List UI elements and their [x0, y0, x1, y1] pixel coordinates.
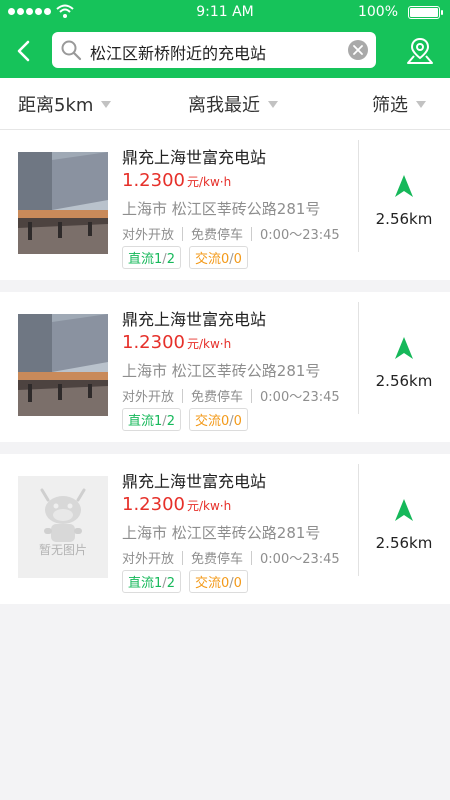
dropdown-arrow-icon — [268, 100, 278, 108]
divider — [251, 388, 253, 403]
dc-total: 2 — [166, 252, 175, 267]
station-address: 上海市 松江区莘砖公路281号 — [122, 524, 321, 542]
more-filter-label: 筛选 — [372, 95, 408, 116]
price-value: 1.2300 — [122, 332, 185, 353]
back-button[interactable] — [8, 34, 38, 68]
dc-label: 直流 — [128, 252, 155, 267]
vertical-divider — [358, 464, 359, 576]
ac-total: 0 — [233, 252, 242, 267]
vertical-divider — [358, 140, 359, 252]
station-meta: 对外开放 免费停车 0:00～23:45 — [122, 386, 340, 405]
navigate-icon[interactable] — [394, 498, 414, 522]
station-distance: 2.56km — [375, 210, 433, 228]
divider — [182, 550, 184, 565]
dc-charger-tag: 直流1/2 — [122, 408, 181, 431]
dropdown-arrow-icon — [101, 100, 112, 108]
dc-charger-tag: 直流1/2 — [122, 570, 181, 593]
station-address: 上海市 松江区莘砖公路281号 — [122, 362, 321, 380]
station-meta: 对外开放 免费停车 0:00～23:45 — [122, 224, 340, 243]
access-label: 对外开放 — [122, 552, 175, 567]
ac-label: 交流 — [194, 414, 221, 429]
app-header: 9:11 AM 100% 松江区新桥附近的充电站 — [0, 0, 450, 78]
price-unit: 元/kw·h — [186, 175, 232, 189]
more-filter[interactable]: 筛选 — [372, 91, 426, 117]
station-name: 鼎充上海世富充电站 — [122, 310, 267, 329]
dc-label: 直流 — [128, 414, 155, 429]
station-card[interactable]: 鼎充上海世富充电站 1.2300 元/kw·h 上海市 松江区莘砖公路281号 对… — [0, 292, 450, 442]
divider — [182, 388, 184, 403]
charger-tags: 直流1/2 交流0/0 — [122, 570, 248, 593]
ac-label: 交流 — [194, 252, 221, 267]
battery-icon — [408, 6, 443, 19]
distance-filter-label: 距离5km — [18, 95, 94, 116]
divider — [251, 226, 253, 241]
parking-label: 免费停车 — [191, 228, 244, 243]
ac-charger-tag: 交流0/0 — [188, 246, 248, 269]
placeholder-text: 暂无图片 — [38, 543, 87, 557]
battery-percent: 100% — [357, 4, 398, 20]
access-label: 对外开放 — [122, 228, 175, 243]
station-price: 1.2300 元/kw·h — [122, 494, 231, 515]
parking-label: 免费停车 — [191, 390, 244, 405]
price-value: 1.2300 — [122, 494, 185, 515]
dc-total: 2 — [166, 414, 175, 429]
map-pin-icon[interactable] — [406, 36, 434, 66]
search-input[interactable]: 松江区新桥附近的充电站 — [52, 32, 376, 68]
station-card[interactable]: 鼎充上海世富充电站 1.2300 元/kw·h 上海市 松江区莘砖公路281号 对… — [0, 130, 450, 280]
dropdown-arrow-icon — [416, 100, 426, 108]
sort-filter[interactable]: 离我最近 — [188, 91, 278, 117]
dc-charger-tag: 直流1/2 — [122, 246, 181, 269]
price-value: 1.2300 — [122, 170, 185, 191]
sort-filter-label: 离我最近 — [188, 95, 260, 116]
station-photo — [18, 314, 108, 416]
clear-search-button[interactable] — [348, 40, 368, 60]
ac-total: 0 — [233, 576, 242, 591]
ac-charger-tag: 交流0/0 — [188, 408, 248, 431]
station-price: 1.2300 元/kw·h — [122, 332, 231, 353]
parking-label: 免费停车 — [191, 552, 244, 567]
price-unit: 元/kw·h — [186, 499, 232, 513]
station-distance: 2.56km — [375, 534, 433, 552]
ac-label: 交流 — [194, 576, 221, 591]
search-icon — [61, 40, 82, 61]
close-icon — [353, 45, 363, 55]
station-meta: 对外开放 免费停车 0:00～23:45 — [122, 548, 340, 567]
hours-label: 0:00～23:45 — [260, 228, 340, 243]
status-bar: 9:11 AM 100% — [0, 0, 450, 24]
divider — [251, 550, 253, 565]
station-price: 1.2300 元/kw·h — [122, 170, 231, 191]
station-card[interactable]: 暂无图片 鼎充上海世富充电站 1.2300 元/kw·h 上海市 松江区莘砖公路2… — [0, 454, 450, 604]
ac-total: 0 — [233, 414, 242, 429]
dc-label: 直流 — [128, 576, 155, 591]
dc-total: 2 — [166, 576, 175, 591]
station-name: 鼎充上海世富充电站 — [122, 472, 267, 491]
distance-filter[interactable]: 距离5km — [18, 91, 112, 117]
vertical-divider — [358, 302, 359, 414]
chevron-left-icon — [17, 40, 30, 62]
hours-label: 0:00～23:45 — [260, 552, 340, 567]
hours-label: 0:00～23:45 — [260, 390, 340, 405]
filter-bar: 距离5km 离我最近 筛选 — [0, 78, 450, 130]
station-address: 上海市 松江区莘砖公路281号 — [122, 200, 321, 218]
navigate-icon[interactable] — [394, 174, 414, 198]
station-photo-placeholder: 暂无图片 — [18, 476, 108, 578]
ac-charger-tag: 交流0/0 — [188, 570, 248, 593]
access-label: 对外开放 — [122, 390, 175, 405]
price-unit: 元/kw·h — [186, 337, 232, 351]
charger-tags: 直流1/2 交流0/0 — [122, 246, 248, 269]
divider — [182, 226, 184, 241]
navigate-icon[interactable] — [394, 336, 414, 360]
station-photo — [18, 152, 108, 254]
charger-tags: 直流1/2 交流0/0 — [122, 408, 248, 431]
station-distance: 2.56km — [375, 372, 433, 390]
station-name: 鼎充上海世富充电站 — [122, 148, 267, 167]
search-query: 松江区新桥附近的充电站 — [90, 44, 267, 63]
